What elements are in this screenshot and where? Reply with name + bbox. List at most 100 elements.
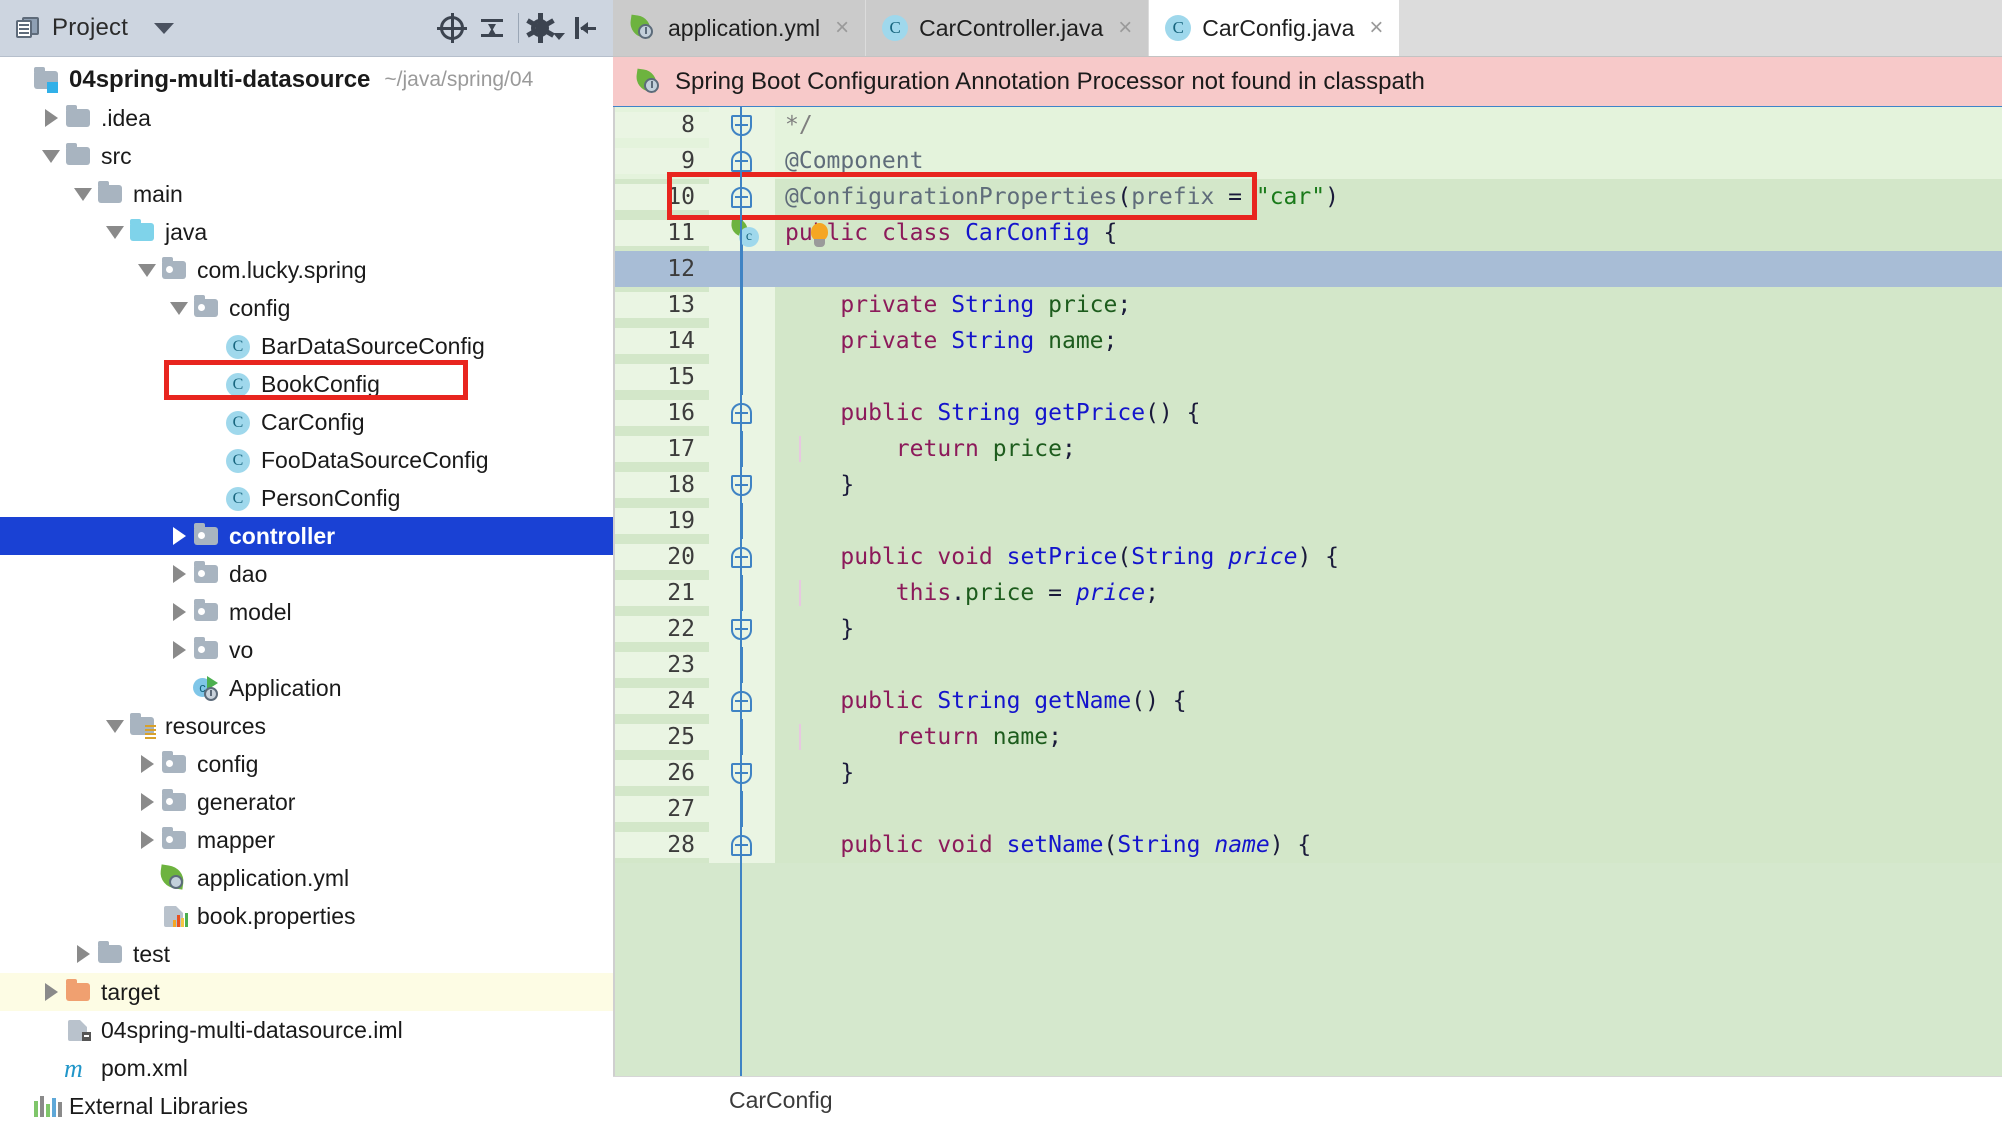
tree-row-pom-xml[interactable]: m pom.xml xyxy=(0,1049,613,1087)
editor-gutter[interactable] xyxy=(709,647,775,683)
editor-tab-carcontroller-java[interactable]: C CarController.java × xyxy=(866,0,1150,56)
code-line[interactable]: 20 public void setPrice(String price) { xyxy=(613,539,2002,575)
editor-gutter[interactable] xyxy=(709,143,775,179)
tree-row-04spring-multi-datasource-iml[interactable]: 04spring-multi-datasource.iml xyxy=(0,1011,613,1049)
tree-row-config[interactable]: config xyxy=(0,745,613,783)
hide-panel-icon[interactable] xyxy=(565,8,605,48)
spring-bean-gutter-icon[interactable]: c xyxy=(729,217,761,247)
tree-row-vo[interactable]: vo xyxy=(0,631,613,669)
tab-close-icon[interactable]: × xyxy=(1369,16,1383,40)
chevron-right-icon[interactable] xyxy=(134,755,160,773)
intention-bulb-icon[interactable] xyxy=(807,223,833,251)
fold-start-icon[interactable] xyxy=(731,831,753,859)
tree-row-target[interactable]: target xyxy=(0,973,613,1011)
editor-tab-application-yml[interactable]: application.yml × xyxy=(613,0,867,56)
code-line[interactable]: 18 } xyxy=(613,467,2002,503)
code-viewport[interactable]: 8 */ 9 @Component 10 @ConfigurationProperties… xyxy=(613,107,2002,1076)
tree-row-resources[interactable]: resources xyxy=(0,707,613,745)
tree-row-controller[interactable]: controller xyxy=(0,517,613,555)
collapse-all-icon[interactable] xyxy=(472,8,512,48)
chevron-down-icon[interactable] xyxy=(102,225,128,239)
tree-row-test[interactable]: test xyxy=(0,935,613,973)
editor-gutter[interactable]: c xyxy=(709,215,775,251)
editor-gutter[interactable] xyxy=(709,719,775,755)
chevron-down-icon[interactable] xyxy=(166,301,192,315)
chevron-down-icon[interactable] xyxy=(154,22,175,34)
code-line[interactable]: 13 private String price; xyxy=(613,287,2002,323)
editor-gutter[interactable] xyxy=(709,359,775,395)
fold-end-icon[interactable] xyxy=(731,111,753,139)
fold-start-icon[interactable] xyxy=(731,399,753,427)
tree-row-bookconfig[interactable]: C BookConfig xyxy=(0,365,613,403)
code-line[interactable]: 26 } xyxy=(613,755,2002,791)
chevron-right-icon[interactable] xyxy=(166,565,192,583)
editor-gutter[interactable] xyxy=(709,431,775,467)
editor-gutter[interactable] xyxy=(709,107,775,143)
tree-row-application-yml[interactable]: application.yml xyxy=(0,859,613,897)
chevron-down-icon[interactable] xyxy=(38,149,64,163)
code-line[interactable]: 22 } xyxy=(613,611,2002,647)
code-line[interactable]: 28 public void setName(String name) { xyxy=(613,827,2002,863)
tree-row-foodatasourceconfig[interactable]: C FooDataSourceConfig xyxy=(0,441,613,479)
chevron-right-icon[interactable] xyxy=(166,527,192,545)
chevron-down-icon[interactable] xyxy=(134,263,160,277)
editor-gutter[interactable] xyxy=(709,323,775,359)
code-line[interactable]: 8 */ xyxy=(613,107,2002,143)
tree-row-idea[interactable]: .idea xyxy=(0,99,613,137)
editor-gutter[interactable] xyxy=(709,683,775,719)
chevron-right-icon[interactable] xyxy=(38,109,64,127)
fold-start-icon[interactable] xyxy=(731,147,753,175)
chevron-down-icon[interactable] xyxy=(102,719,128,733)
fold-end-icon[interactable] xyxy=(731,471,753,499)
code-line[interactable]: 27 xyxy=(613,791,2002,827)
editor-gutter[interactable] xyxy=(709,467,775,503)
editor-gutter[interactable] xyxy=(709,791,775,827)
tab-close-icon[interactable]: × xyxy=(1118,16,1132,40)
editor-tab-carconfig-java[interactable]: C CarConfig.java × xyxy=(1149,0,1401,56)
tree-row-external-libraries[interactable]: External Libraries xyxy=(0,1087,613,1124)
fold-start-icon[interactable] xyxy=(731,687,753,715)
tree-row-dao[interactable]: dao xyxy=(0,555,613,593)
project-tree[interactable]: 04spring-multi-datasource ~/java/spring/… xyxy=(0,57,613,1124)
code-line[interactable]: 14 private String name; xyxy=(613,323,2002,359)
tree-row-bardatasourceconfig[interactable]: C BarDataSourceConfig xyxy=(0,327,613,365)
fold-icon[interactable] xyxy=(731,183,753,211)
chevron-right-icon[interactable] xyxy=(166,641,192,659)
editor-gutter[interactable] xyxy=(709,755,775,791)
code-line[interactable]: 25 return name; xyxy=(613,719,2002,755)
tree-row-model[interactable]: model xyxy=(0,593,613,631)
tree-row-java[interactable]: java xyxy=(0,213,613,251)
tab-close-icon[interactable]: × xyxy=(835,16,849,40)
tree-row-main[interactable]: main xyxy=(0,175,613,213)
code-line[interactable]: 11 c public class CarConfig { xyxy=(613,215,2002,251)
code-line[interactable]: 16 public String getPrice() { xyxy=(613,395,2002,431)
chevron-right-icon[interactable] xyxy=(134,793,160,811)
tree-row-src[interactable]: src xyxy=(0,137,613,175)
tree-row-config[interactable]: config xyxy=(0,289,613,327)
editor-gutter[interactable] xyxy=(709,503,775,539)
code-line[interactable]: 17 return price; xyxy=(613,431,2002,467)
tree-row-book-properties[interactable]: book.properties xyxy=(0,897,613,935)
tree-row-com-lucky-spring[interactable]: com.lucky.spring xyxy=(0,251,613,289)
editor-gutter[interactable] xyxy=(709,395,775,431)
locate-target-icon[interactable] xyxy=(432,8,472,48)
code-line[interactable]: 21 this.price = price; xyxy=(613,575,2002,611)
chevron-right-icon[interactable] xyxy=(166,603,192,621)
code-line[interactable]: 12 xyxy=(613,251,2002,287)
gear-icon[interactable] xyxy=(525,8,565,48)
tree-row-generator[interactable]: generator xyxy=(0,783,613,821)
tree-row-project-root[interactable]: 04spring-multi-datasource ~/java/spring/… xyxy=(0,61,613,99)
editor-gutter[interactable] xyxy=(709,539,775,575)
chevron-right-icon[interactable] xyxy=(134,831,160,849)
code-line[interactable]: 24 public String getName() { xyxy=(613,683,2002,719)
code-line[interactable]: 10 @ConfigurationProperties(prefix = "car… xyxy=(613,179,2002,215)
code-line[interactable]: 9 @Component xyxy=(613,143,2002,179)
chevron-right-icon[interactable] xyxy=(38,983,64,1001)
code-line[interactable]: 15 xyxy=(613,359,2002,395)
code-line[interactable]: 19 xyxy=(613,503,2002,539)
fold-end-icon[interactable] xyxy=(731,615,753,643)
tree-row-mapper[interactable]: mapper xyxy=(0,821,613,859)
editor-gutter[interactable] xyxy=(709,179,775,215)
editor-gutter[interactable] xyxy=(709,575,775,611)
editor-gutter[interactable] xyxy=(709,251,775,287)
